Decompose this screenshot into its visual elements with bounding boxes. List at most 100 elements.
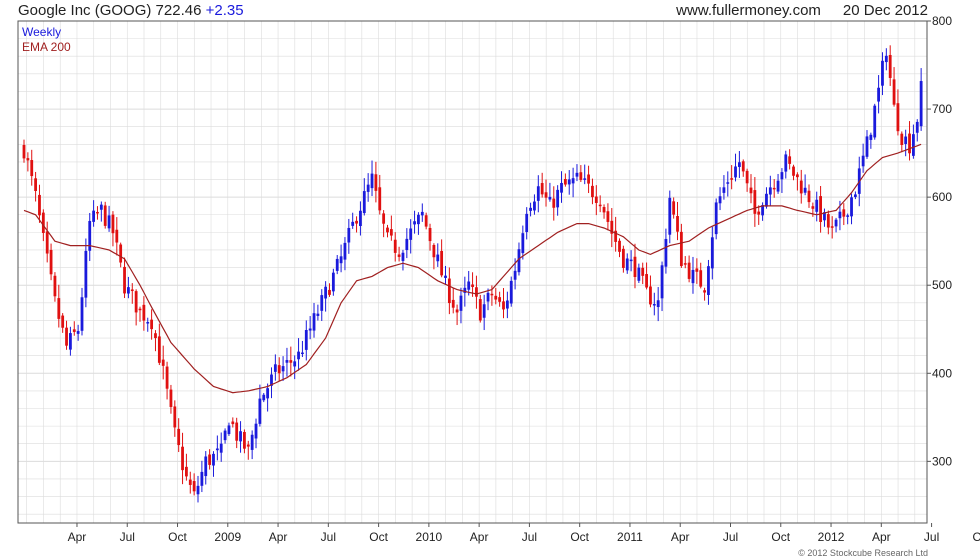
- candle-down: [676, 216, 679, 232]
- candle-up: [668, 197, 672, 235]
- candle-down: [502, 301, 505, 310]
- x-tick-label: Jul: [321, 530, 336, 544]
- candle-down: [598, 204, 602, 207]
- candle-up: [726, 182, 730, 184]
- candle-down: [826, 214, 830, 228]
- candle-down: [192, 481, 196, 492]
- candle-up: [223, 430, 227, 441]
- candle-up: [718, 196, 722, 204]
- candle-down: [807, 190, 811, 203]
- candle-up: [571, 178, 575, 184]
- candle-down: [57, 298, 61, 319]
- candle-up: [911, 134, 915, 156]
- candle-up: [444, 275, 447, 278]
- candle-up: [212, 453, 215, 466]
- candle-up: [560, 182, 563, 193]
- candle-down: [61, 315, 65, 328]
- candle-up: [881, 60, 884, 86]
- candle-down: [594, 196, 598, 203]
- candle-up: [865, 136, 869, 157]
- candle-down: [277, 365, 281, 374]
- candle-up: [262, 394, 266, 401]
- x-tick-label: Oct: [973, 530, 980, 544]
- candle-up: [637, 267, 641, 281]
- candle-down: [130, 289, 134, 292]
- candle-down: [745, 170, 749, 184]
- candle-up: [339, 256, 343, 264]
- candle-down: [111, 214, 115, 234]
- candle-down: [38, 194, 41, 216]
- candle-up: [347, 227, 351, 243]
- candle-up: [691, 269, 695, 284]
- candle-down: [490, 293, 494, 296]
- candle-up: [707, 266, 710, 295]
- x-tick-label: Apr: [872, 530, 891, 544]
- candle-down: [602, 207, 606, 213]
- candle-down: [328, 289, 331, 295]
- candle-up: [99, 204, 103, 210]
- candle-down: [231, 421, 235, 425]
- candle-down: [447, 278, 451, 304]
- candle-up: [366, 184, 370, 192]
- candle-up: [409, 228, 413, 240]
- candle-down: [830, 226, 834, 228]
- candle-down: [235, 422, 239, 441]
- candle-up: [884, 55, 888, 63]
- legend-ema: EMA 200: [22, 40, 71, 54]
- candle-up: [776, 180, 780, 192]
- candle-down: [579, 172, 583, 180]
- candle-down: [243, 431, 246, 449]
- candle-down: [115, 229, 119, 243]
- candle-up: [312, 313, 316, 331]
- candle-down: [695, 268, 699, 272]
- candle-down: [741, 161, 745, 172]
- candle-down: [679, 231, 683, 266]
- candle-up: [293, 361, 297, 367]
- candle-up: [482, 304, 486, 318]
- x-tick-label: Jul: [120, 530, 135, 544]
- candle-up: [362, 191, 366, 214]
- x-tick-label: Apr: [269, 530, 288, 544]
- candle-down: [749, 187, 753, 194]
- candle-down: [72, 329, 76, 332]
- candle-up: [320, 295, 324, 311]
- candle-up: [784, 154, 788, 172]
- candle-up: [254, 423, 258, 439]
- candle-up: [459, 295, 463, 311]
- candle-down: [154, 333, 157, 339]
- candle-up: [80, 297, 84, 331]
- candle-down: [26, 158, 30, 161]
- candle-up: [417, 214, 420, 225]
- candle-down: [134, 291, 138, 313]
- candle-up: [904, 136, 908, 144]
- x-tick-label: Jul: [723, 530, 738, 544]
- candle-up: [239, 431, 242, 442]
- candle-up: [803, 187, 807, 193]
- x-tick-label: Oct: [771, 530, 790, 544]
- candle-up: [877, 87, 880, 102]
- candle-up: [107, 215, 111, 229]
- y-tick-label: 400: [932, 366, 952, 380]
- candle-down: [896, 103, 900, 132]
- candle-down: [633, 256, 637, 278]
- candle-up: [316, 313, 320, 316]
- candle-down: [552, 198, 556, 208]
- candle-down: [478, 299, 482, 321]
- candle-up: [413, 221, 416, 225]
- candle-down: [591, 185, 594, 198]
- candle-down: [621, 248, 625, 268]
- candle-down: [799, 180, 803, 194]
- candle-up: [521, 233, 525, 254]
- candle-down: [45, 231, 49, 254]
- candle-down: [908, 133, 911, 154]
- candle-up: [331, 272, 335, 292]
- candle-up: [873, 105, 877, 138]
- candle-up: [714, 202, 718, 235]
- candle-down: [440, 250, 444, 276]
- candle-up: [401, 252, 405, 261]
- candle-up: [846, 215, 850, 217]
- candle-down: [138, 308, 142, 311]
- candle-up: [420, 211, 424, 216]
- candle-up: [146, 322, 150, 324]
- candle-down: [772, 187, 776, 190]
